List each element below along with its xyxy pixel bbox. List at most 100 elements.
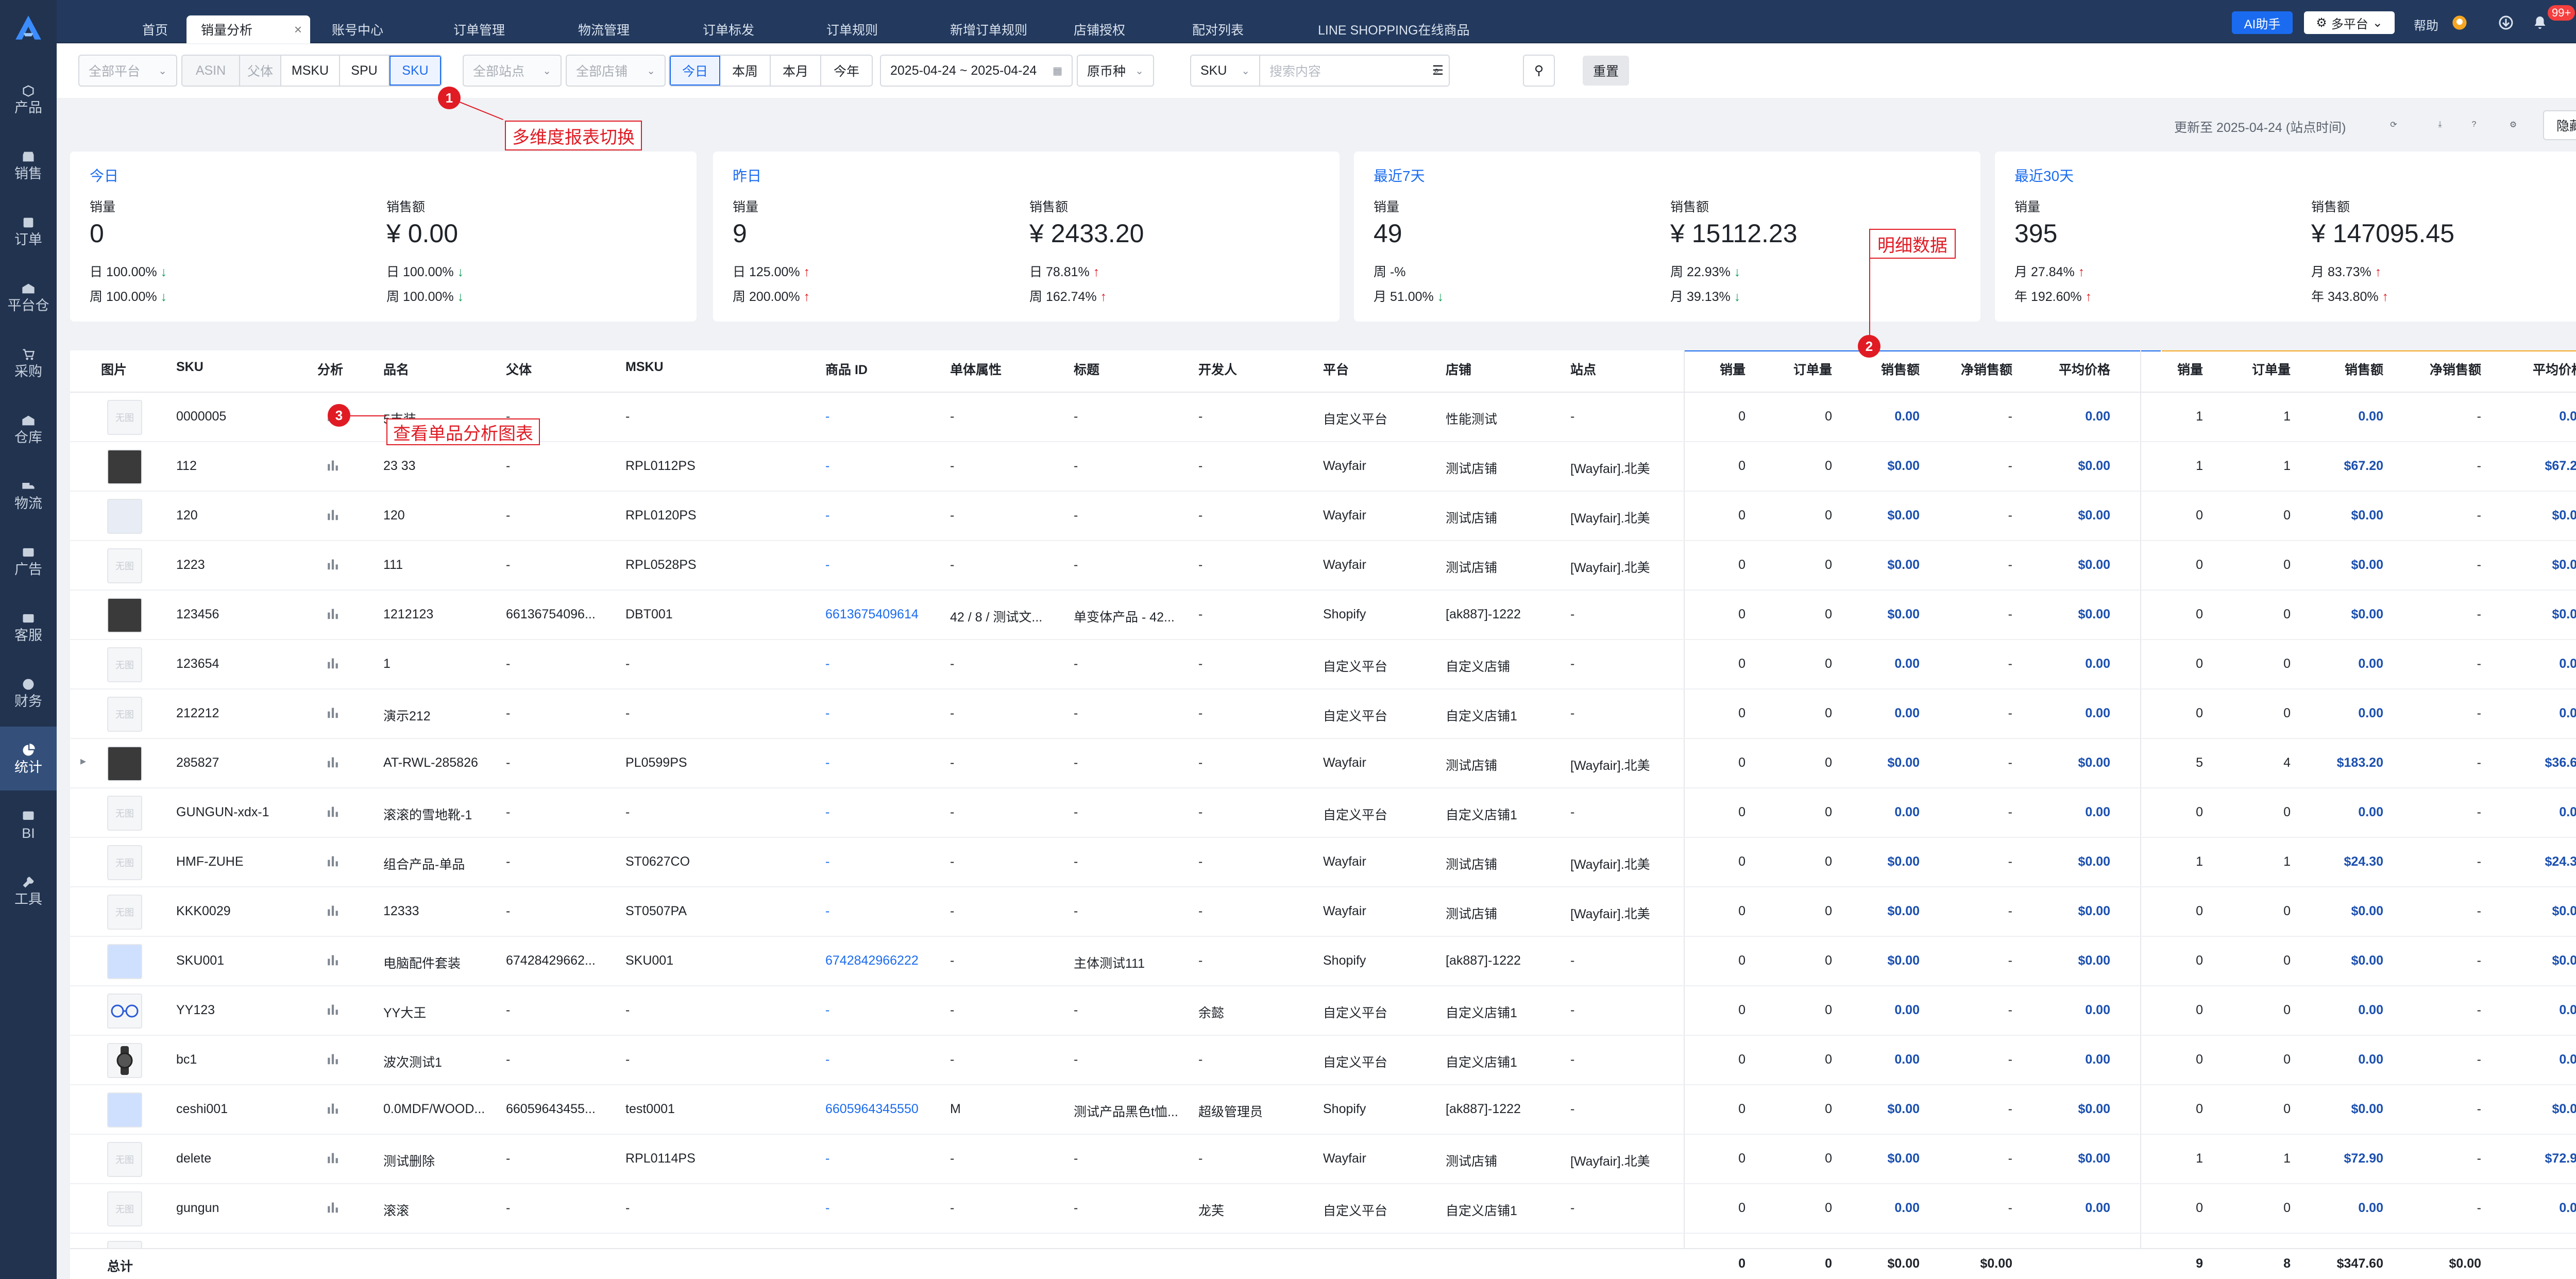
sidebar-item-0[interactable]: 产品 xyxy=(0,67,57,131)
table-row[interactable]: bc1 波次测试1 - - - - - - 自定义平台 自定义店铺1 - 0 0 0.00 - 0.00 0 0 0… xyxy=(70,1036,2576,1085)
tab-4[interactable]: 物流管理 xyxy=(564,15,682,43)
table-row[interactable]: 无图 GUNGUN-xdx-1 滚滚的雪地靴-1 - - - - - - 自定义平台 自定义店铺1 -… xyxy=(70,788,2576,838)
settings-icon[interactable]: ⚙ xyxy=(2504,115,2522,134)
table-row[interactable]: 无图 123654 1 - - - - - - 自定义平台 自定义店铺 - 0 0 0.00 - 0.00 0 0 0… xyxy=(70,640,2576,689)
tab-6[interactable]: 订单规则 xyxy=(812,15,930,43)
col-header-8[interactable]: 标题 xyxy=(1074,360,1099,378)
tab-8[interactable]: 店铺授权 xyxy=(1059,15,1173,43)
tab-2[interactable]: 账号中心 xyxy=(317,15,431,43)
cell-sku[interactable]: 0000005 xyxy=(176,409,226,424)
sidebar-item-11[interactable]: BI xyxy=(0,793,57,856)
col-header-2[interactable]: 分析 xyxy=(317,360,343,378)
period-3[interactable]: 今年 xyxy=(821,56,872,86)
dim-spu[interactable]: SPU xyxy=(340,56,389,86)
table-row[interactable]: SKU001 电脑配件套装 67428429662... SKU001 67428429… xyxy=(70,937,2576,986)
col-header-18[interactable]: 销量 xyxy=(2177,360,2203,378)
col-header-22[interactable]: 平均价格 xyxy=(2533,360,2576,378)
store-select[interactable]: 全部店铺 ⌄ xyxy=(566,55,666,87)
table-row[interactable]: ceshi001 0.0MDF/WOOD... 66059643455... test… xyxy=(70,1085,2576,1135)
cell-sku[interactable]: YY123 xyxy=(176,1003,215,1018)
tab-0[interactable]: 首页 xyxy=(128,15,184,43)
table-row[interactable]: 无图 delete 测试删除 - RPL0114PS - - - - Wayfair 测试店铺 [Wa… xyxy=(70,1135,2576,1184)
tab-9[interactable]: 配对列表 xyxy=(1178,15,1291,43)
help-link[interactable]: 帮助 xyxy=(2414,15,2438,33)
cell-pid[interactable]: - xyxy=(825,409,829,424)
cell-pid[interactable]: - xyxy=(825,854,829,869)
sidebar-item-12[interactable]: 工具 xyxy=(0,859,57,922)
cell-sku[interactable]: ceshi001 xyxy=(176,1102,228,1117)
sidebar-item-3[interactable]: 平台仓 xyxy=(0,265,57,329)
platform-switch-button[interactable]: ⚙ 多平台 ⌄ xyxy=(2304,11,2395,34)
bar-chart-icon[interactable] xyxy=(326,1101,341,1116)
cell-pid[interactable]: - xyxy=(825,459,829,474)
period-2[interactable]: 本月 xyxy=(771,56,821,86)
close-icon[interactable]: × xyxy=(294,22,302,38)
cell-sku[interactable]: GUNGUN-xdx-1 xyxy=(176,805,269,820)
cell-sku[interactable]: 123654 xyxy=(176,657,219,671)
refresh-icon[interactable]: ⟳ xyxy=(2384,115,2403,134)
bar-chart-icon[interactable] xyxy=(326,1150,341,1166)
table-row[interactable]: YY123 YY大王 - - - - - 余懿 自定义平台 自定义店铺1 - 0 0 0.00 - 0.00 0… xyxy=(70,986,2576,1036)
platform-select[interactable]: 全部平台 ⌄ xyxy=(78,55,177,87)
cell-sku[interactable]: 123456 xyxy=(176,607,219,622)
bar-chart-icon[interactable] xyxy=(326,458,341,473)
bar-chart-icon[interactable] xyxy=(326,655,341,671)
col-header-11[interactable]: 店铺 xyxy=(1446,360,1471,378)
cell-sku[interactable]: bc1 xyxy=(176,1052,197,1067)
col-header-20[interactable]: 销售额 xyxy=(2345,360,2383,378)
cell-sku[interactable]: KKK0029 xyxy=(176,904,231,919)
cell-pid[interactable]: - xyxy=(825,508,829,523)
cell-pid[interactable]: - xyxy=(825,1003,829,1018)
bar-chart-icon[interactable] xyxy=(326,705,341,720)
sidebar-item-1[interactable]: 销售 xyxy=(0,133,57,197)
sidebar-item-4[interactable]: 采购 xyxy=(0,331,57,395)
help-icon[interactable]: ? xyxy=(2465,115,2483,134)
col-header-10[interactable]: 平台 xyxy=(1323,360,1349,378)
sidebar-item-5[interactable]: 仓库 xyxy=(0,397,57,461)
sidebar-item-8[interactable]: 客服 xyxy=(0,595,57,659)
search-input[interactable]: 搜索内容 ⌕ xyxy=(1259,55,1450,87)
search-type-select[interactable]: SKU ⌄ xyxy=(1190,55,1259,87)
col-header-15[interactable]: 销售额 xyxy=(1881,360,1920,378)
cell-pid[interactable]: 6613675409614 xyxy=(825,607,919,622)
export-icon[interactable]: ⤓ xyxy=(2431,115,2449,134)
col-header-6[interactable]: 商品 ID xyxy=(825,360,868,378)
ai-assistant-button[interactable]: AI助手 xyxy=(2232,11,2293,34)
col-header-4[interactable]: 父体 xyxy=(506,360,532,378)
col-header-5[interactable]: MSKU xyxy=(625,360,664,375)
multi-search-icon[interactable]: ☰ xyxy=(1425,55,1451,87)
cell-sku[interactable]: delete xyxy=(176,1151,211,1166)
cell-sku[interactable]: 1223 xyxy=(176,558,205,573)
bar-chart-icon[interactable] xyxy=(326,754,341,770)
reset-button[interactable]: 重置 xyxy=(1583,56,1629,86)
cell-pid[interactable]: - xyxy=(825,1201,829,1216)
cell-sku[interactable]: 120 xyxy=(176,508,198,523)
sidebar-item-9[interactable]: 财务 xyxy=(0,661,57,725)
currency-select[interactable]: 原币种 ⌄ xyxy=(1077,55,1154,87)
bell-icon[interactable] xyxy=(2530,12,2550,33)
col-header-3[interactable]: 品名 xyxy=(383,360,409,378)
tab-5[interactable]: 订单标发 xyxy=(688,15,807,43)
cell-sku[interactable]: 285827 xyxy=(176,755,219,770)
bar-chart-icon[interactable] xyxy=(326,606,341,621)
col-header-16[interactable]: 净销售额 xyxy=(1961,360,2012,378)
table-row[interactable]: 120 120 - RPL0120PS - - - - Wayfair 测试店铺 [Wayfair]… xyxy=(70,492,2576,541)
table-row[interactable]: 112 23 33 - RPL0112PS - - - - Wayfair 测试店铺 [Wayfai… xyxy=(70,442,2576,492)
bar-chart-icon[interactable] xyxy=(326,903,341,918)
dim-父体[interactable]: 父体 xyxy=(240,56,281,86)
cell-pid[interactable]: 6742842966222 xyxy=(825,953,919,968)
cell-pid[interactable]: - xyxy=(825,1151,829,1166)
col-header-13[interactable]: 销量 xyxy=(1720,360,1745,378)
table-row[interactable]: 无图 212212 演示212 - - - - - - 自定义平台 自定义店铺1 - 0 0 0.00 - 0.… xyxy=(70,689,2576,739)
download-icon[interactable] xyxy=(2496,12,2516,33)
sidebar-item-10[interactable]: 统计 xyxy=(0,727,57,790)
sidebar-item-7[interactable]: 广告 xyxy=(0,529,57,593)
col-header-0[interactable]: 图片 xyxy=(101,360,127,378)
table-row[interactable]: 无图 gungun 滚滚 - - - - - 龙芙 自定义平台 自定义店铺1 - 0 0 0.00 - 0.00… xyxy=(70,1184,2576,1234)
cell-sku[interactable]: 212212 xyxy=(176,706,219,721)
sidebar-item-2[interactable]: 订单 xyxy=(0,199,57,263)
sidebar-item-6[interactable]: 物流 xyxy=(0,463,57,527)
date-range-picker[interactable]: 2025-04-24 ~ 2025-04-24 ▦ xyxy=(880,55,1073,87)
cell-pid[interactable]: - xyxy=(825,805,829,820)
cell-pid[interactable]: - xyxy=(825,904,829,919)
